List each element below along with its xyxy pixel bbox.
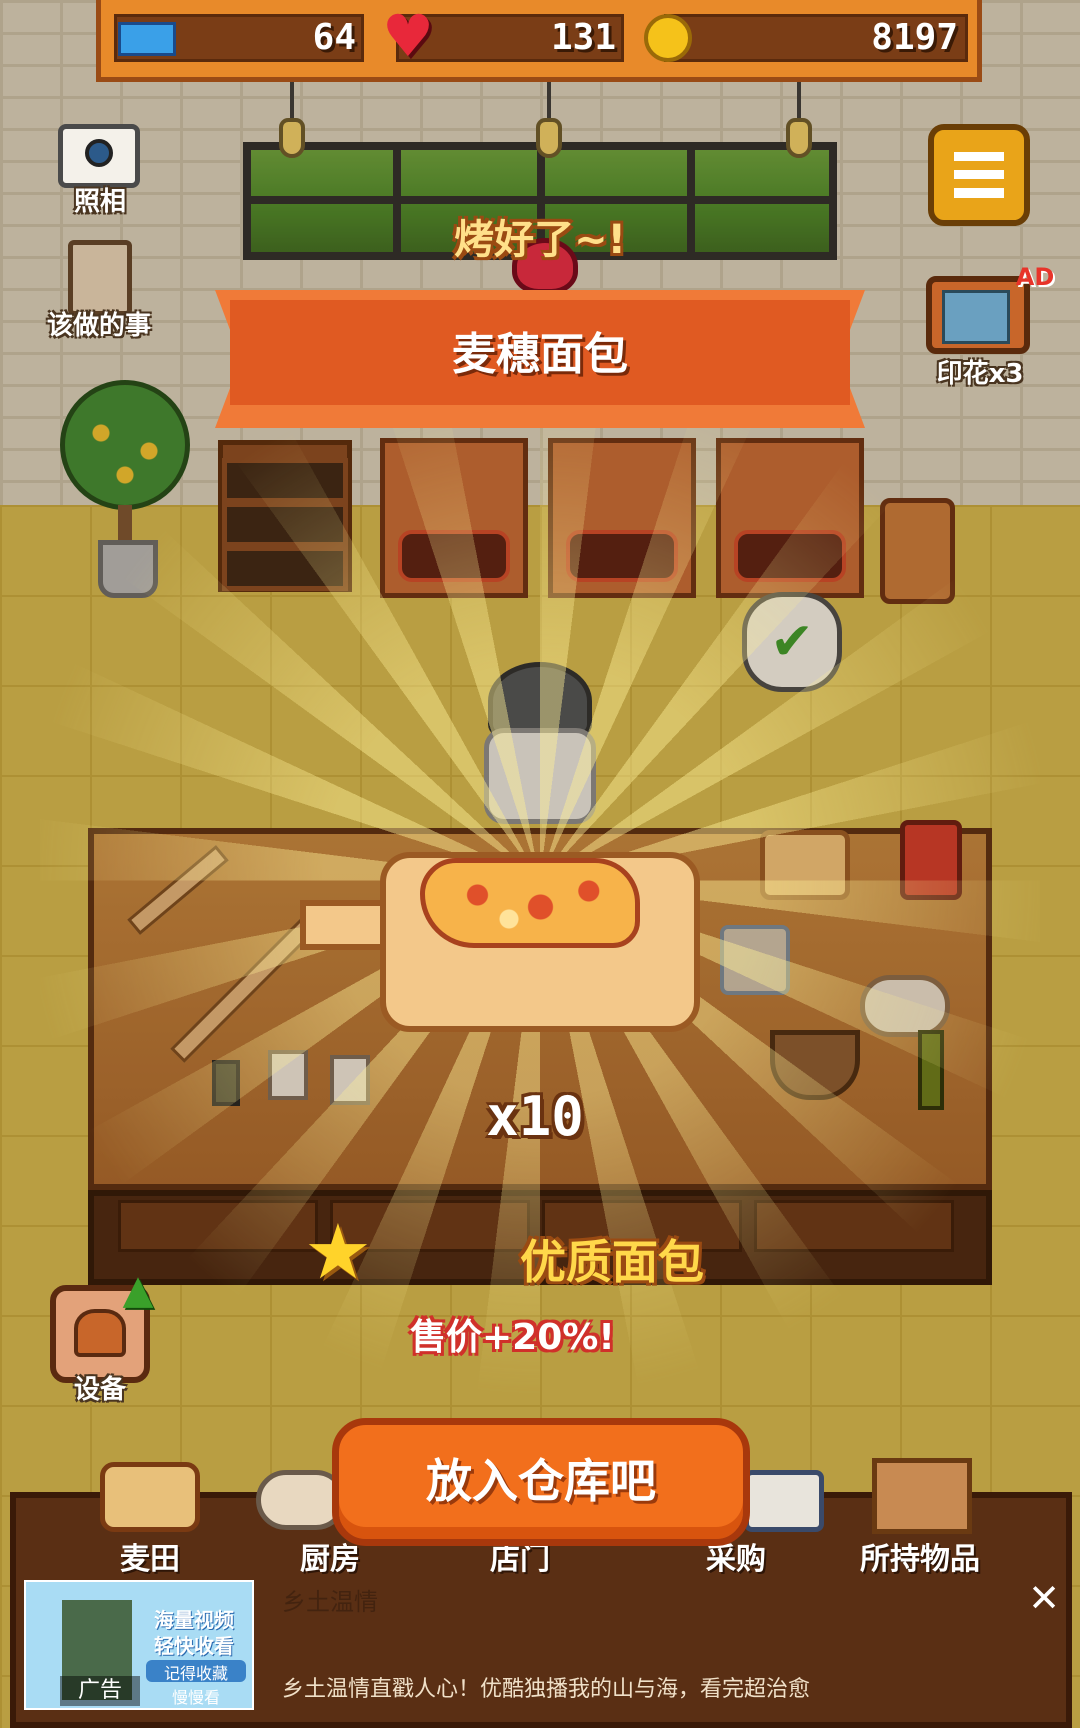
ticket-count: 64 — [312, 17, 356, 58]
price-bonus: 售价+20%! — [410, 1317, 615, 1358]
purchase-icon[interactable] — [744, 1470, 824, 1532]
ad-headline[interactable]: 乡土温情直戳人心！优酷独播我的山与海，看完超治愈 — [282, 1670, 1062, 1710]
photo-button-label[interactable]: 照相 — [40, 184, 160, 220]
equipment-label[interactable]: 设备 — [40, 1370, 160, 1410]
ad-thumb-line4: 慢慢看 — [171, 1688, 220, 1707]
coin-icon — [644, 14, 692, 62]
wheat-icon[interactable] — [100, 1462, 200, 1532]
quality-label: 优质面包 — [520, 1235, 704, 1289]
upgrade-arrow-icon: ▲ — [122, 1267, 154, 1313]
heart-icon: ♥ — [382, 2, 434, 70]
nav-wheat-field[interactable]: 麦田 — [90, 1540, 210, 1580]
nav-inventory[interactable]: 所持物品 — [840, 1540, 1000, 1580]
ad-badge: AD — [1015, 263, 1055, 291]
todo-button-label[interactable]: 该做的事 — [24, 308, 174, 344]
bread-item-icon — [420, 858, 640, 948]
star-icon: ★ — [303, 1207, 373, 1296]
menu-icon — [954, 152, 1004, 198]
stamp-ad-label[interactable]: 印花x3 — [910, 356, 1050, 392]
bread-quantity: x10 — [486, 1085, 584, 1148]
clipboard-icon[interactable] — [68, 240, 132, 316]
ad-thumb-line3: 记得收藏 — [146, 1660, 246, 1683]
close-icon[interactable]: ✕ — [1024, 1578, 1064, 1618]
nav-kitchen[interactable]: 厨房 — [270, 1540, 390, 1580]
box-icon[interactable] — [872, 1458, 972, 1534]
ticket-icon — [118, 22, 176, 56]
nav-shop[interactable]: 店门 — [460, 1540, 580, 1580]
heart-count: 131 — [550, 17, 616, 58]
menu-button[interactable] — [928, 124, 1030, 226]
store-in-warehouse-button[interactable]: 放入仓库吧 — [332, 1418, 750, 1546]
ad-label: 广告 — [60, 1676, 140, 1706]
bread-name-title: 麦穗面包 — [452, 329, 628, 380]
coin-count: 8197 — [871, 17, 958, 58]
camera-icon[interactable] — [58, 124, 140, 188]
baked-message: 烤好了~! — [454, 217, 626, 263]
nav-purchase[interactable]: 采购 — [676, 1540, 796, 1580]
ad-thumb-line2: 轻快收看 — [154, 1634, 234, 1658]
board-handle — [300, 900, 390, 950]
ad-faint-text: 乡土温情 — [282, 1588, 378, 1616]
ad-thumb-line1: 海量视频 — [154, 1608, 234, 1632]
